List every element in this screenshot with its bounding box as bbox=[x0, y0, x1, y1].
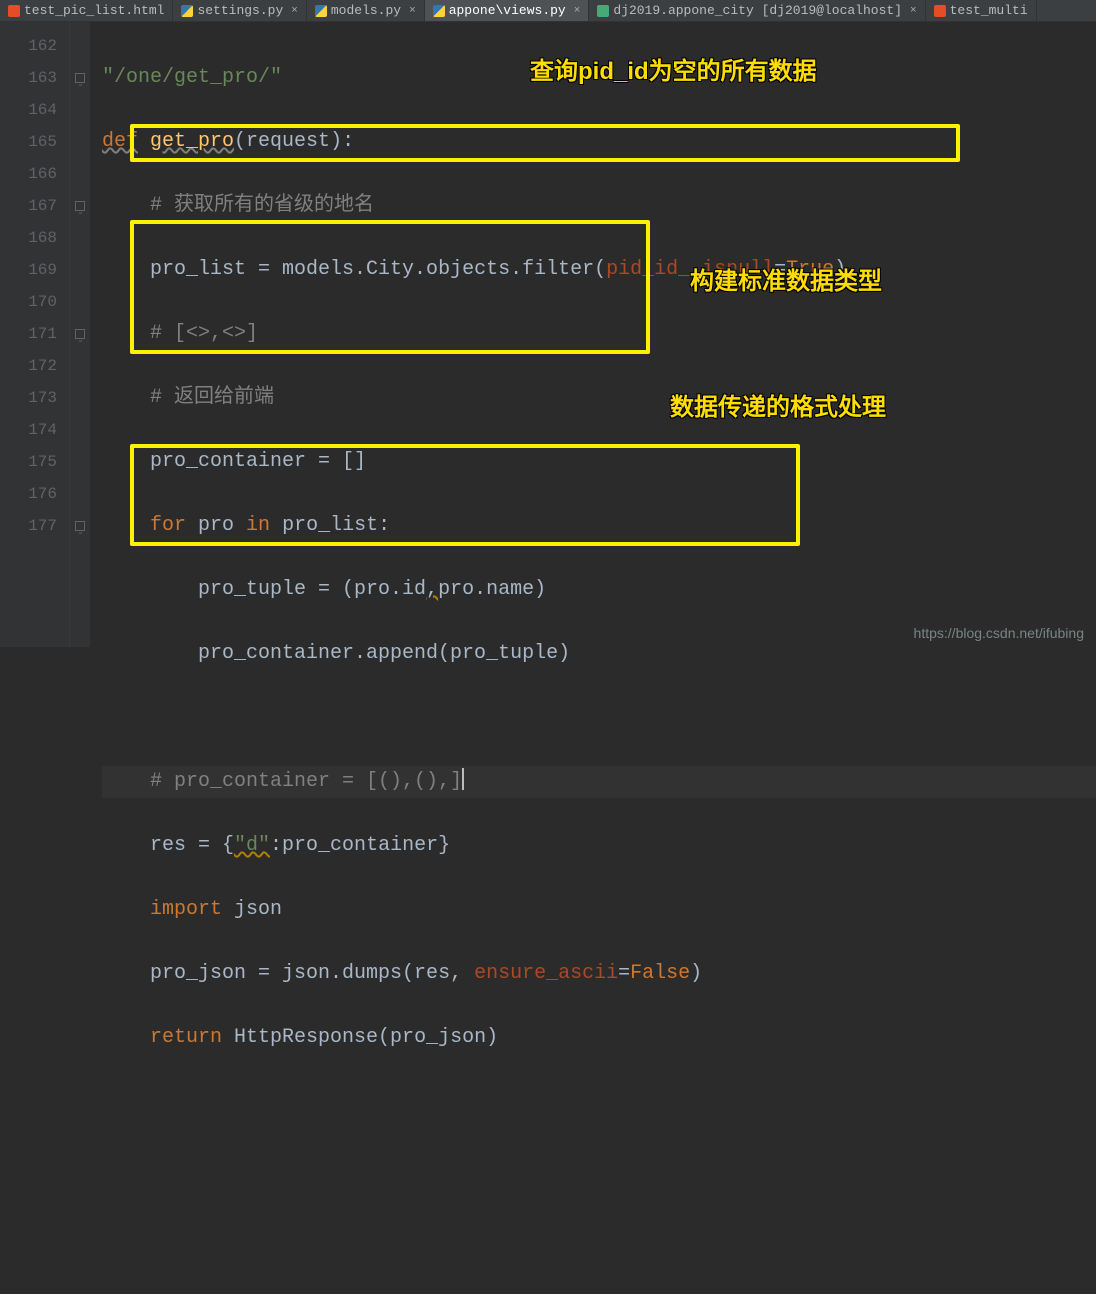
editor-tabs: test_pic_list.html settings.py × models.… bbox=[0, 0, 1096, 22]
fold-minus-icon bbox=[75, 201, 85, 211]
tab-label: dj2019.appone_city [dj2019@localhost] bbox=[613, 3, 902, 18]
fold-minus-icon bbox=[75, 521, 85, 531]
annotation-text-3: 数据传递的格式处理 bbox=[670, 392, 886, 424]
tab-label: test_multi bbox=[950, 3, 1028, 18]
tab-label: settings.py bbox=[197, 3, 283, 18]
line-number: 166 bbox=[0, 158, 57, 190]
python-icon bbox=[181, 5, 193, 17]
tab-label: appone\views.py bbox=[449, 3, 566, 18]
python-icon bbox=[433, 5, 445, 17]
fold-toggle[interactable] bbox=[70, 190, 90, 222]
tab-label: models.py bbox=[331, 3, 401, 18]
fold-toggle[interactable] bbox=[70, 318, 90, 350]
line-number: 164 bbox=[0, 94, 57, 126]
code-line: import json bbox=[102, 894, 1096, 926]
line-number: 163 bbox=[0, 62, 57, 94]
fold-minus-icon bbox=[75, 73, 85, 83]
tab-label: test_pic_list.html bbox=[24, 3, 164, 18]
code-line: pro_tuple = (pro.id,pro.name) bbox=[102, 574, 1096, 606]
line-number: 171 bbox=[0, 318, 57, 350]
tab-settings[interactable]: settings.py × bbox=[173, 0, 306, 21]
html-icon bbox=[934, 5, 946, 17]
line-number: 172 bbox=[0, 350, 57, 382]
tab-db-city[interactable]: dj2019.appone_city [dj2019@localhost] × bbox=[589, 0, 925, 21]
line-number: 168 bbox=[0, 222, 57, 254]
line-number: 165 bbox=[0, 126, 57, 158]
line-number: 173 bbox=[0, 382, 57, 414]
code-editor[interactable]: 162 163 164 165 166 167 168 169 170 171 … bbox=[0, 22, 1096, 647]
code-line: pro_container = [] bbox=[102, 446, 1096, 478]
line-number: 175 bbox=[0, 446, 57, 478]
tab-test-pic-list[interactable]: test_pic_list.html bbox=[0, 0, 173, 21]
text-caret bbox=[462, 768, 464, 790]
fold-minus-icon bbox=[75, 329, 85, 339]
line-number: 169 bbox=[0, 254, 57, 286]
code-line: pro_json = json.dumps(res, ensure_ascii=… bbox=[102, 958, 1096, 990]
code-line: def get_pro(request): bbox=[102, 126, 1096, 158]
line-number-gutter: 162 163 164 165 166 167 168 169 170 171 … bbox=[0, 22, 70, 647]
code-line: # [<>,<>] bbox=[102, 318, 1096, 350]
tab-models[interactable]: models.py × bbox=[307, 0, 425, 21]
html-icon bbox=[8, 5, 20, 17]
close-icon[interactable]: × bbox=[574, 5, 581, 17]
tab-views[interactable]: appone\views.py × bbox=[425, 0, 590, 21]
code-line: for pro in pro_list: bbox=[102, 510, 1096, 542]
fold-toggle[interactable] bbox=[70, 510, 90, 542]
tab-test-multi[interactable]: test_multi bbox=[926, 0, 1037, 21]
fold-toggle[interactable] bbox=[70, 62, 90, 94]
code-area[interactable]: "/one/get_pro/" def get_pro(request): # … bbox=[90, 22, 1096, 647]
code-line: # 获取所有的省级的地名 bbox=[102, 190, 1096, 222]
code-line: res = {"d":pro_container} bbox=[102, 830, 1096, 862]
code-line: pro_list = models.City.objects.filter(pi… bbox=[102, 254, 1096, 286]
code-line-current: # pro_container = [(),(),] bbox=[102, 766, 1096, 798]
close-icon[interactable]: × bbox=[910, 5, 917, 17]
line-number: 174 bbox=[0, 414, 57, 446]
close-icon[interactable]: × bbox=[291, 5, 298, 17]
line-number: 176 bbox=[0, 478, 57, 510]
line-number: 170 bbox=[0, 286, 57, 318]
python-icon bbox=[315, 5, 327, 17]
annotation-text-2: 构建标准数据类型 bbox=[690, 266, 882, 298]
annotation-text-1: 查询pid_id为空的所有数据 bbox=[530, 56, 817, 88]
line-number: 177 bbox=[0, 510, 57, 542]
code-line: # 返回给前端 bbox=[102, 382, 1096, 414]
code-line bbox=[102, 702, 1096, 734]
code-line: return HttpResponse(pro_json) bbox=[102, 1022, 1096, 1054]
database-icon bbox=[597, 5, 609, 17]
close-icon[interactable]: × bbox=[409, 5, 416, 17]
line-number: 162 bbox=[0, 30, 57, 62]
line-number: 167 bbox=[0, 190, 57, 222]
fold-gutter bbox=[70, 22, 90, 647]
watermark-text: https://blog.csdn.net/ifubing bbox=[914, 625, 1084, 641]
code-line: pro_container.append(pro_tuple) bbox=[102, 638, 1096, 670]
